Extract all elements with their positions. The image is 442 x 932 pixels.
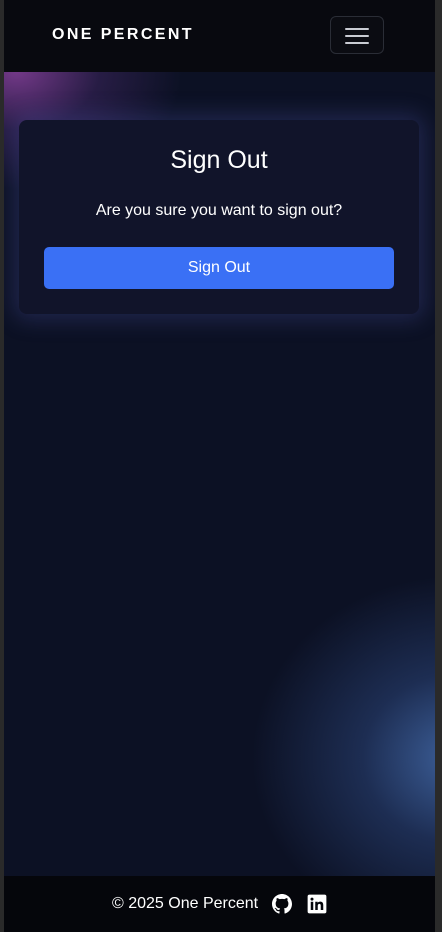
background-glow-bottom-right: [234, 560, 435, 920]
navbar-toggle-button[interactable]: [330, 16, 384, 54]
app-frame: ONE PERCENT Sign Out Are you sure you wa…: [4, 0, 435, 932]
brand-logo[interactable]: ONE PERCENT: [52, 26, 194, 44]
sign-out-button[interactable]: Sign Out: [44, 247, 394, 289]
copyright-text: © 2025 One Percent: [112, 895, 259, 912]
sign-out-card: Sign Out Are you sure you want to sign o…: [19, 120, 419, 314]
navbar: ONE PERCENT: [4, 0, 435, 72]
github-icon[interactable]: [272, 894, 292, 914]
confirmation-message: Are you sure you want to sign out?: [95, 202, 343, 219]
page-title: Sign Out: [170, 146, 268, 174]
linkedin-icon[interactable]: [307, 894, 327, 914]
hamburger-menu-icon: [345, 28, 369, 44]
footer: © 2025 One Percent: [4, 876, 435, 932]
